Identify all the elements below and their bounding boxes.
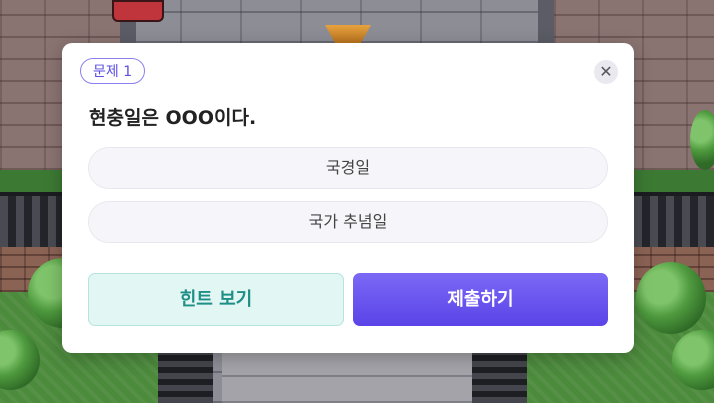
tree: [636, 262, 706, 334]
answer-option[interactable]: 국경일: [88, 147, 608, 189]
tree: [690, 110, 714, 170]
question-text: 현충일은 OOO이다.: [89, 107, 257, 129]
question-number-badge: 문제 1: [80, 58, 146, 84]
hint-button[interactable]: 힌트 보기: [88, 273, 344, 326]
player-character[interactable]: [112, 0, 164, 22]
quiz-modal: 문제 1 ✕ 현충일은 OOO이다. 국경일 국가 추념일 힌트 보기 제출하기: [62, 43, 634, 353]
answer-option[interactable]: 국가 추념일: [88, 201, 608, 243]
close-icon[interactable]: ✕: [594, 60, 618, 84]
submit-button[interactable]: 제출하기: [353, 273, 608, 326]
